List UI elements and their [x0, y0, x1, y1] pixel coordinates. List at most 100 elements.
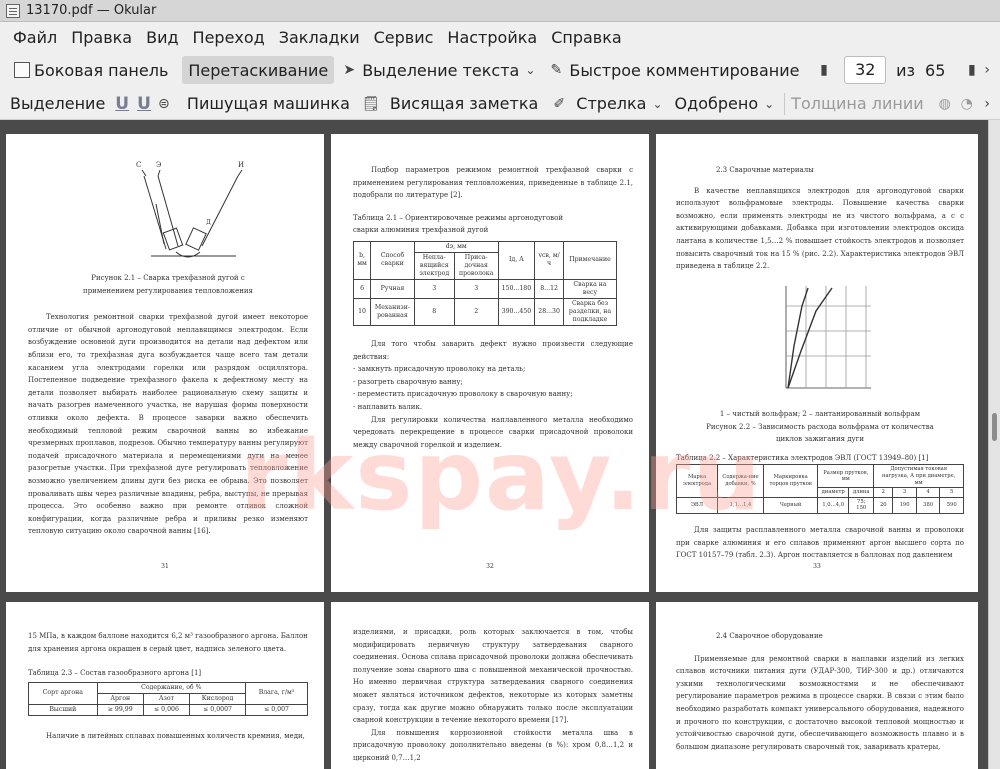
table-title: Таблица 2.1 – Ориентировочные режимы арг…: [353, 213, 563, 235]
table-header-cell: Приса-дочная проволока: [453, 251, 499, 280]
total-pages-label: 65: [925, 60, 946, 80]
table-cell: 150...180: [497, 278, 536, 299]
page-body-text: Применяемые для ремонтной сварки в напла…: [676, 654, 964, 751]
menu-settings[interactable]: Настройка: [440, 28, 544, 47]
sidebar-icon: [14, 62, 30, 78]
menu-help[interactable]: Справка: [544, 28, 629, 47]
pdf-page-32: Подбор параметров режимом ремонтной трех…: [331, 134, 649, 592]
table-cell: Сварка без разделки, на подкладке: [563, 297, 617, 326]
stamp-chevron-down-icon[interactable]: ⌄: [764, 97, 774, 111]
table-cell: 3: [453, 278, 499, 299]
window-titlebar: 13170.pdf — Okular: [0, 0, 1000, 22]
toolbar2-overflow-icon[interactable]: ›: [984, 96, 990, 112]
text-select-button[interactable]: ➤ Выделение текста ⌄: [334, 56, 541, 84]
table-header-cell: vсв, м/ч: [534, 240, 565, 280]
menu-tools[interactable]: Сервис: [367, 28, 441, 47]
figure-label-c: С: [136, 161, 141, 169]
page-intro-text: Подбор параметров режимом ремонтной трех…: [353, 166, 633, 200]
table-header-cell: длина: [848, 487, 875, 498]
page-body-text: изделиями, и присадки, роль которых закл…: [353, 628, 633, 725]
arrow-tool[interactable]: Стрелка: [576, 94, 646, 113]
toolbar-overflow-icon[interactable]: ›: [984, 62, 990, 78]
strikeout-icon[interactable]: ⊜: [155, 95, 173, 113]
table-header-cell: Размер прутков, мм: [817, 464, 875, 489]
menu-bar: Файл Правка Вид Переход Закладки Сервис …: [0, 22, 1000, 52]
table-header-cell: 3: [892, 487, 917, 498]
table-cell: ≥ 99,99: [96, 703, 144, 716]
list-intro-text: Для того чтобы заварить дефект нужно про…: [353, 339, 633, 361]
arrow-chevron-down-icon[interactable]: ⌄: [652, 97, 662, 111]
cursor-arrow-icon: ➤: [343, 62, 356, 78]
list-item: - переместить присадочную проволоку в св…: [353, 390, 573, 399]
table-header-cell: Азот: [142, 692, 191, 705]
table-header-cell: Допустимая токовая нагрузка, А при диаме…: [873, 464, 964, 489]
table-cell: 8: [413, 297, 455, 326]
squiggle-underline-icon[interactable]: U: [137, 94, 151, 114]
sidebar-button[interactable]: Боковая панель: [8, 56, 174, 84]
window-title: 13170.pdf — Okular: [26, 3, 157, 18]
highlight-tool[interactable]: Выделение: [10, 94, 105, 113]
pdf-page-31: С Э И Д Рисунок 2.1 – Сварка трехфазной …: [6, 134, 324, 592]
pdf-page-35: изделиями, и присадки, роль которых закл…: [331, 602, 649, 769]
quick-comment-button[interactable]: ✎ Быстрое комментирование: [541, 56, 805, 84]
popup-note-tool[interactable]: Висящая заметка: [390, 94, 538, 113]
palette-icon: ◍: [938, 95, 951, 112]
table-header-cell: Маркировка торцов прутков: [762, 464, 819, 498]
page-number-input[interactable]: 32: [844, 56, 887, 84]
table-header-cell: Влага, г/м³: [245, 681, 308, 705]
graph-legend: 1 – чистый вольфрам; 2 – лантанированный…: [719, 410, 921, 418]
section-heading: 2.3 Сварочные материалы: [716, 166, 814, 174]
table-cell: 2: [453, 297, 499, 326]
table-cell: 1,1…1,4: [717, 496, 764, 514]
table-cell: 20: [873, 496, 894, 514]
table-header-cell: Содержа-ние добавки, %: [717, 464, 764, 498]
table-cell: Механизи-рованная: [370, 297, 415, 326]
page-number: 32: [486, 563, 494, 571]
stamp-approved[interactable]: Одобрено: [675, 94, 759, 113]
table-cell: 190: [892, 496, 917, 514]
page-body-text: Для повышения коррозионной стойкости мет…: [353, 728, 633, 762]
toolbar-separator: [784, 92, 786, 115]
table-header-cell: Сорт аргона: [28, 681, 98, 705]
chevron-down-icon[interactable]: ⌄: [525, 63, 535, 77]
typewriter-tool[interactable]: Пишущая машинка: [187, 94, 350, 113]
drag-mode-button[interactable]: Перетаскивание: [182, 56, 335, 84]
table-cell: Черный: [762, 496, 819, 514]
table-cell: ЭВЛ: [675, 496, 719, 514]
tungsten-consumption-graph: [785, 286, 871, 389]
table-cell: Ручная: [370, 278, 415, 299]
document-view[interactable]: С Э И Д Рисунок 2.1 – Сварка трехфазной …: [0, 120, 988, 769]
figure-caption: Рисунок 2.1 – Сварка трехфазной дугой с …: [83, 274, 253, 295]
list-item: - разогреть сварочную ванну;: [353, 377, 463, 386]
table-cell: 380: [915, 496, 941, 514]
table-header-cell: диаметр: [817, 487, 850, 498]
figure-label-e: Э: [156, 161, 161, 169]
eraser-icon: ◔: [960, 95, 973, 112]
main-toolbar: Боковая панель Перетаскивание ➤ Выделени…: [0, 52, 1000, 88]
table-row: 6 Ручная 3 3 150...180 8...12 Сварка на …: [352, 278, 617, 299]
table-row: 10 Механизи-рованная 8 2 390...450 28...…: [352, 297, 617, 326]
page-of-label: из: [896, 60, 916, 80]
menu-view[interactable]: Вид: [139, 28, 185, 47]
scrollbar-thumb[interactable]: [992, 413, 997, 441]
table-cell: 10: [352, 297, 372, 326]
vertical-scrollbar[interactable]: [988, 120, 1000, 769]
sidebar-label: Боковая панель: [34, 60, 169, 80]
pen-icon: ✎: [550, 62, 563, 78]
page-body-text: Технология ремонтной сварки трехфазной д…: [28, 313, 308, 536]
list-item: - наплавить валик.: [353, 402, 423, 411]
menu-bookmarks[interactable]: Закладки: [272, 28, 367, 47]
page-number: 33: [813, 563, 821, 571]
underline-icon[interactable]: U: [115, 94, 129, 114]
previous-page-icon[interactable]: ▮: [815, 61, 832, 79]
menu-file[interactable]: Файл: [6, 28, 64, 47]
menu-go[interactable]: Переход: [186, 28, 272, 47]
menu-edit[interactable]: Правка: [64, 28, 139, 47]
table-header-cell: Аргон: [96, 692, 144, 705]
table-cell: 8...12: [534, 278, 565, 299]
page-body-text: 15 МПа, в каждом баллоне находится 6,2 м…: [28, 632, 308, 653]
table-cell: 3: [413, 278, 455, 299]
drag-mode-label: Перетаскивание: [188, 60, 329, 80]
next-page-icon[interactable]: ▮: [963, 61, 980, 79]
page-body-text: Для защиты расплавленного металла свароч…: [676, 525, 964, 560]
